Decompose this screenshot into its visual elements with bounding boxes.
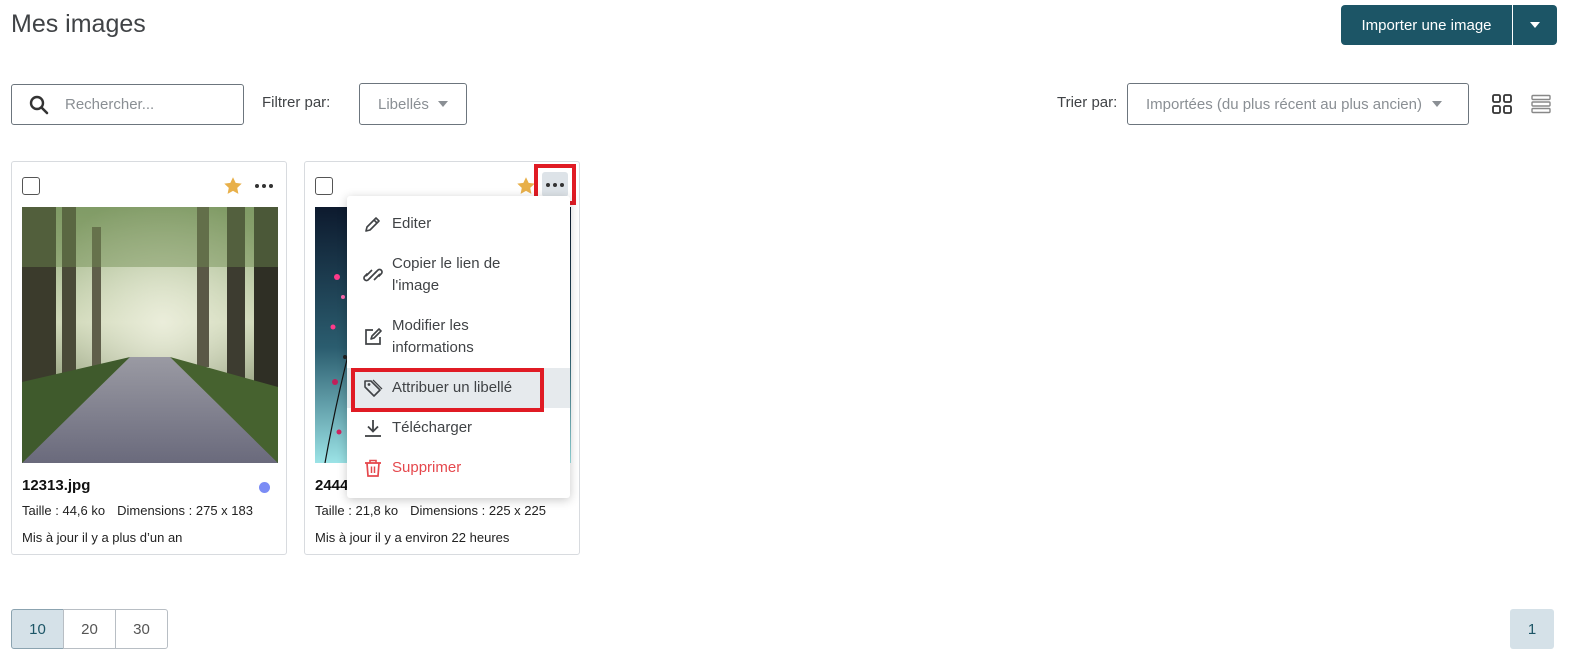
caret-down-icon (437, 101, 448, 107)
pencil-icon (365, 217, 380, 232)
labels-filter-value: Libellés (378, 95, 429, 113)
list-view-icon[interactable] (1530, 93, 1552, 115)
sort-select[interactable]: Importées (du plus récent au plus ancien… (1127, 83, 1469, 125)
assign-label-highlight (351, 368, 544, 412)
image-size: Taille : 44,6 ko (22, 503, 106, 518)
page-size-selector: 10 20 30 (11, 609, 168, 649)
select-checkbox[interactable] (315, 177, 333, 195)
caret-down-icon (1530, 22, 1540, 28)
image-size: Taille : 21,8 ko (315, 503, 399, 518)
page-size-20[interactable]: 20 (63, 609, 116, 649)
caret-down-icon (1431, 101, 1442, 107)
link-icon (363, 268, 383, 282)
menu-item-label: Copier le lien de l'image (392, 255, 501, 294)
import-button-group: Importer une image (1341, 5, 1557, 45)
menu-item-download[interactable]: Télécharger (347, 408, 570, 448)
menu-item-edit[interactable]: Editer (347, 204, 570, 244)
menu-item-label: Supprimer (392, 459, 462, 476)
image-updated: Mis à jour il y a environ 22 heures (315, 530, 510, 545)
menu-item-label: Modifier les informations (392, 317, 474, 356)
page-size-30[interactable]: 30 (115, 609, 168, 649)
menu-item-copy-link[interactable]: Copier le lien de l'image (347, 244, 570, 306)
search-input[interactable]: Rechercher... (11, 84, 244, 125)
trash-icon (365, 459, 381, 477)
more-options-icon[interactable] (252, 175, 276, 197)
menu-item-label: Télécharger (392, 419, 473, 436)
image-updated: Mis à jour il y a plus d’un an (22, 530, 183, 545)
edit-square-icon (365, 328, 382, 345)
filter-label: Filtrer par: (262, 94, 331, 111)
menu-item-modify-info[interactable]: Modifier les informations (347, 306, 570, 368)
download-icon (365, 420, 381, 437)
image-card[interactable]: 12313.jpg Taille : 44,6 ko Dimensions : 2… (11, 161, 287, 555)
page-title: Mes images (11, 10, 146, 38)
image-dimensions: Dimensions : 225 x 225 (410, 503, 546, 518)
import-dropdown-toggle[interactable] (1513, 5, 1557, 45)
page-size-10[interactable]: 10 (11, 609, 64, 649)
search-icon (29, 95, 49, 114)
image-thumbnail[interactable] (22, 207, 278, 463)
sort-value: Importées (du plus récent au plus ancien… (1146, 95, 1422, 113)
image-dimensions: Dimensions : 275 x 183 (117, 503, 253, 518)
image-filename: 2444 (315, 477, 349, 494)
labels-filter-select[interactable]: Libellés (359, 83, 467, 125)
menu-item-delete[interactable]: Supprimer (347, 448, 570, 488)
page-number-current[interactable]: 1 (1510, 609, 1554, 649)
sort-label: Trier par: (1057, 94, 1118, 111)
context-menu: Editer Copier le lien de l'image Modifie… (347, 196, 570, 498)
select-checkbox[interactable] (22, 177, 40, 195)
grid-view-icon[interactable] (1491, 93, 1513, 115)
image-filename: 12313.jpg (22, 477, 91, 494)
import-image-button[interactable]: Importer une image (1341, 5, 1512, 45)
menu-item-label: Editer (392, 215, 432, 232)
image-meta: Taille : 21,8 ko Dimensions : 225 x 225 (315, 503, 546, 518)
star-icon[interactable] (222, 175, 244, 197)
label-color-dot (259, 482, 270, 493)
image-meta: Taille : 44,6 ko Dimensions : 275 x 183 (22, 503, 253, 518)
more-options-icon[interactable] (542, 172, 568, 197)
search-placeholder: Rechercher... (65, 96, 155, 113)
